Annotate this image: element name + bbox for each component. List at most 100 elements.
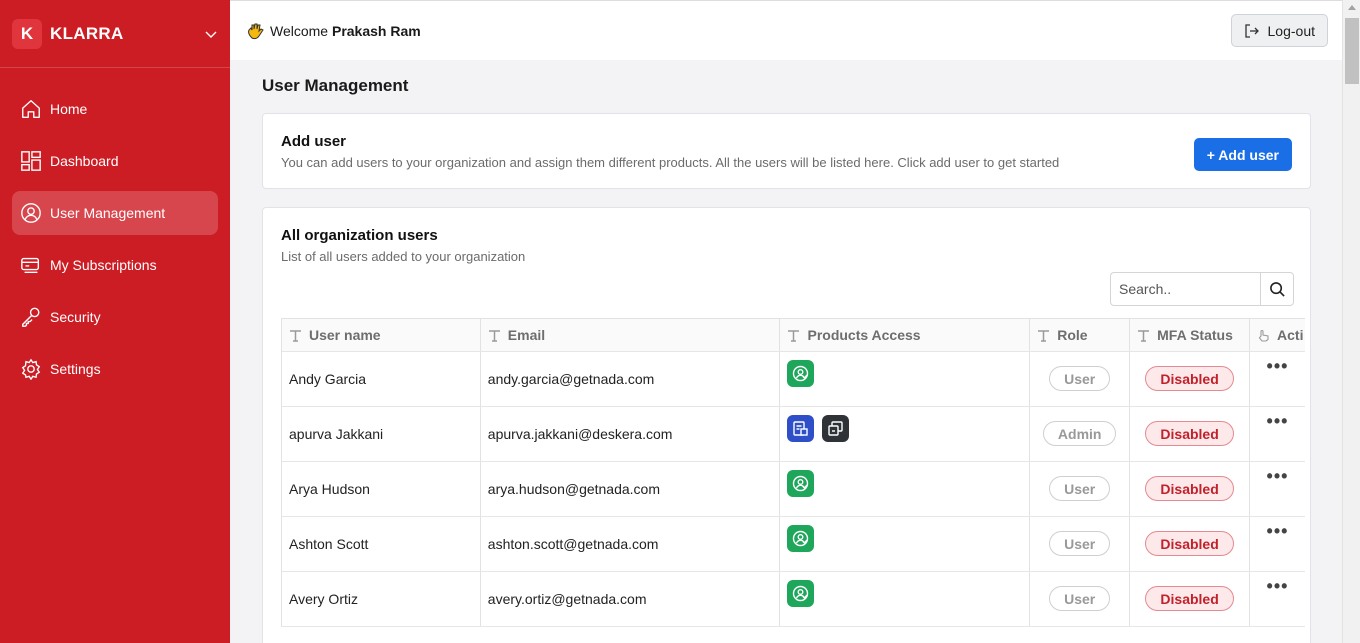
sidebar-item-settings[interactable]: Settings: [12, 347, 218, 391]
search-icon: [1269, 281, 1285, 297]
cell-mfa: Disabled: [1130, 352, 1251, 406]
sidebar-item-label: My Subscriptions: [50, 257, 157, 273]
cell-actions: •••: [1250, 352, 1305, 406]
sidebar-item-label: Dashboard: [50, 153, 119, 169]
role-badge: User: [1049, 366, 1111, 391]
more-actions-icon[interactable]: •••: [1267, 356, 1289, 377]
role-badge: User: [1049, 531, 1111, 556]
search-button[interactable]: [1260, 272, 1294, 306]
role-badge: User: [1049, 476, 1111, 501]
cell-products: [780, 517, 1031, 571]
table-row[interactable]: Avery Ortiz avery.ortiz@getnada.com User Di…: [282, 572, 1305, 627]
cell-role: User: [1030, 352, 1131, 406]
cell-products: [780, 572, 1031, 626]
cell-mfa: Disabled: [1130, 572, 1251, 626]
waving-hand-icon: [248, 23, 264, 39]
dashboard-icon: [21, 151, 41, 171]
cell-role: User: [1030, 572, 1131, 626]
sidebar-item-label: Security: [50, 309, 101, 325]
cell-user-name: Ashton Scott: [282, 517, 481, 571]
mfa-status-badge: Disabled: [1145, 531, 1234, 556]
brand-name: KLARRA: [50, 23, 124, 43]
home-icon: [22, 100, 40, 118]
mfa-status-badge: Disabled: [1145, 476, 1234, 501]
scroll-up-arrow[interactable]: [1348, 5, 1356, 10]
text-type-icon: [1138, 329, 1150, 342]
cell-user-name: Arya Hudson: [282, 462, 481, 516]
table-row[interactable]: Andy Garcia andy.garcia@getnada.com User Di…: [282, 352, 1305, 407]
column-header-role[interactable]: Role: [1030, 319, 1131, 351]
users-card: All organization users List of all users…: [262, 207, 1311, 643]
cell-email: ashton.scott@getnada.com: [481, 517, 781, 571]
logout-button[interactable]: Log-out: [1230, 14, 1328, 47]
column-header-actions[interactable]: Acti: [1250, 319, 1305, 351]
mfa-status-badge: Disabled: [1145, 586, 1234, 611]
users-card-subtitle: List of all users added to your organiza…: [281, 249, 526, 264]
cell-mfa: Disabled: [1130, 407, 1251, 461]
cell-products: [780, 352, 1031, 406]
user-circle-icon: [21, 203, 41, 223]
cell-actions: •••: [1250, 407, 1305, 461]
vertical-scrollbar[interactable]: [1342, 0, 1360, 643]
more-actions-icon[interactable]: •••: [1267, 576, 1289, 597]
cell-email: apurva.jakkani@deskera.com: [481, 407, 781, 461]
brand-logo: K: [12, 18, 42, 49]
more-actions-icon[interactable]: •••: [1267, 466, 1289, 487]
scrollbar-thumb[interactable]: [1345, 18, 1359, 84]
user-check-product-icon: [787, 580, 815, 607]
column-header-email[interactable]: Email: [481, 319, 781, 351]
more-actions-icon[interactable]: •••: [1267, 411, 1289, 432]
sidebar-item-user-management[interactable]: User Management: [12, 191, 218, 235]
devices-product-icon: [822, 415, 850, 442]
pointer-hand-icon: [1258, 329, 1269, 342]
page-title: User Management: [262, 76, 409, 95]
add-user-subtitle: You can add users to your organization a…: [281, 155, 1060, 170]
text-type-icon: [1038, 329, 1050, 342]
cell-products: [780, 407, 1031, 461]
gear-icon: [21, 358, 41, 380]
cell-user-name: apurva Jakkani: [282, 407, 481, 461]
key-icon: [22, 307, 40, 327]
sidebar-item-security[interactable]: Security: [12, 295, 218, 339]
user-check-product-icon: [787, 360, 815, 387]
mfa-status-badge: Disabled: [1145, 366, 1234, 391]
cell-mfa: Disabled: [1130, 462, 1251, 516]
table-row[interactable]: apurva Jakkani apurva.jakkani@deskera.com…: [282, 407, 1305, 462]
sidebar-item-home[interactable]: Home: [12, 87, 218, 131]
table-row[interactable]: Ashton Scott ashton.scott@getnada.com User…: [282, 517, 1305, 572]
sidebar-item-subscriptions[interactable]: My Subscriptions: [12, 243, 218, 287]
cell-user-name: Andy Garcia: [282, 352, 481, 406]
role-badge: User: [1049, 586, 1111, 611]
main-content: User Management Add user You can add use…: [262, 60, 1311, 643]
welcome-text: Welcome Prakash Ram: [270, 22, 421, 39]
column-header-user-name[interactable]: User name: [282, 319, 481, 351]
sidebar-nav: Home Dashboard User Management My Subscr…: [0, 68, 230, 391]
table-row[interactable]: Arya Hudson arya.hudson@getnada.com User Di…: [282, 462, 1305, 517]
column-header-mfa[interactable]: MFA Status: [1130, 319, 1251, 351]
table-header: User name Email Products Access Role MFA…: [282, 319, 1305, 352]
cell-actions: •••: [1250, 517, 1305, 571]
users-table: User name Email Products Access Role MFA…: [281, 318, 1305, 627]
top-bar: Welcome Prakash Ram Log-out: [230, 0, 1342, 60]
sidebar-item-label: User Management: [50, 205, 166, 221]
sidebar-item-dashboard[interactable]: Dashboard: [12, 139, 218, 183]
user-check-product-icon: [787, 470, 815, 497]
cell-role: Admin: [1030, 407, 1131, 461]
sidebar-item-label: Settings: [50, 361, 101, 377]
column-header-products[interactable]: Products Access: [780, 319, 1031, 351]
role-badge: Admin: [1042, 421, 1117, 446]
cell-email: andy.garcia@getnada.com: [481, 352, 781, 406]
add-user-button[interactable]: + Add user: [1193, 138, 1292, 171]
add-user-card: Add user You can add users to your organ…: [262, 113, 1311, 189]
search-input[interactable]: [1110, 272, 1260, 306]
more-actions-icon[interactable]: •••: [1267, 521, 1289, 542]
text-type-icon: [290, 329, 301, 342]
search-box: [1110, 272, 1294, 306]
chevron-down-icon[interactable]: [204, 27, 218, 41]
brand-switcher[interactable]: K KLARRA: [0, 0, 230, 68]
cell-user-name: Avery Ortiz: [282, 572, 481, 626]
subscriptions-icon: [21, 257, 40, 274]
cell-actions: •••: [1250, 462, 1305, 516]
cell-role: User: [1030, 462, 1131, 516]
cell-actions: •••: [1250, 572, 1305, 626]
